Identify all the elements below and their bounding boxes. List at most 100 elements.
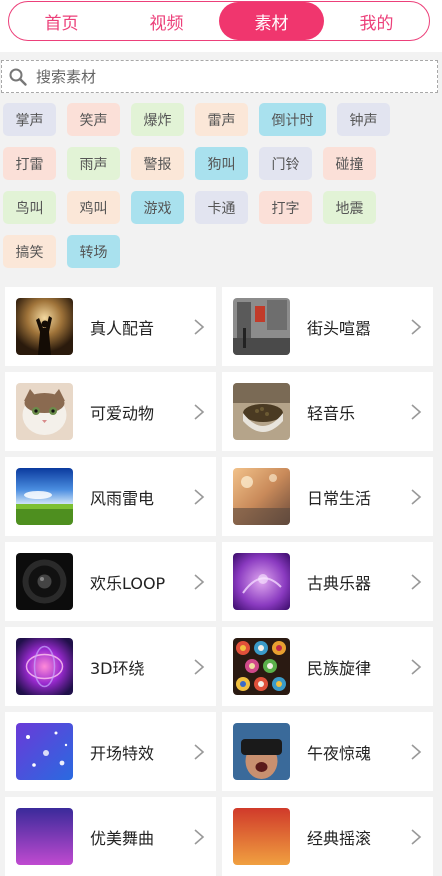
tag-item[interactable]: 倒计时 (259, 103, 326, 136)
dance-thumbnail (16, 808, 73, 865)
tag-label: 鸡叫 (79, 200, 108, 217)
tag-item[interactable]: 地震 (323, 191, 376, 224)
speaker-thumbnail (16, 553, 73, 610)
tag-label: 转场 (79, 244, 108, 261)
tab-home[interactable]: 首页 (9, 2, 114, 40)
cat-thumbnail (16, 383, 73, 440)
vr-headset-thumbnail (233, 723, 290, 780)
tag-item[interactable]: 打雷 (3, 147, 56, 180)
tag-item[interactable]: 门铃 (259, 147, 312, 180)
chevron-right-icon (194, 403, 205, 420)
tag-label: 门铃 (271, 156, 300, 173)
tag-item[interactable]: 钟声 (337, 103, 390, 136)
tag-label: 笑声 (79, 112, 108, 129)
category-card[interactable]: 可爱动物 (5, 372, 216, 451)
category-label: 轻音乐 (307, 403, 356, 423)
category-card[interactable]: 风雨雷电 (5, 457, 216, 536)
tab-video[interactable]: 视频 (114, 2, 219, 40)
tag-item[interactable]: 笑声 (67, 103, 120, 136)
street-thumbnail (233, 298, 290, 355)
tag-item[interactable]: 游戏 (131, 191, 184, 224)
tag-label: 雨声 (79, 156, 108, 173)
tag-label: 警报 (143, 156, 172, 173)
search-bar[interactable] (1, 60, 438, 93)
category-card[interactable]: 街头喧嚣 (222, 287, 433, 366)
category-card[interactable]: 欢乐LOOP (5, 542, 216, 621)
category-label: 可爱动物 (90, 403, 155, 423)
category-card[interactable]: 真人配音 (5, 287, 216, 366)
chevron-right-icon (194, 828, 205, 845)
top-bar: 首页 视频 素材 我的 (0, 0, 442, 52)
category-label: 午夜惊魂 (307, 743, 372, 763)
chevron-right-icon (411, 318, 422, 335)
tag-label: 爆炸 (143, 112, 172, 129)
tag-label: 游戏 (143, 200, 172, 217)
surround-thumbnail (16, 638, 73, 695)
search-icon (9, 68, 27, 86)
tag-label: 雷声 (207, 112, 236, 129)
tag-item[interactable]: 爆炸 (131, 103, 184, 136)
category-card[interactable]: 3D环绕 (5, 627, 216, 706)
category-label: 优美舞曲 (90, 828, 155, 848)
tab-mine[interactable]: 我的 (324, 2, 429, 40)
tag-item[interactable]: 雨声 (67, 147, 120, 180)
category-card[interactable]: 午夜惊魂 (222, 712, 433, 791)
category-label: 真人配音 (90, 318, 155, 338)
chevron-right-icon (194, 573, 205, 590)
category-card[interactable]: 经典摇滚 (222, 797, 433, 876)
chevron-right-icon (411, 488, 422, 505)
tag-label: 打字 (271, 200, 300, 217)
tag-item[interactable]: 鸟叫 (3, 191, 56, 224)
category-label: 日常生活 (307, 488, 372, 508)
category-label: 古典乐器 (307, 573, 372, 593)
opening-effects-thumbnail (16, 723, 73, 780)
category-grid: 真人配音 街头喧嚣 可爱动物 轻音乐 风雨雷电 日常生活 欢乐LOOP 古典乐器… (5, 287, 433, 876)
chevron-right-icon (411, 658, 422, 675)
category-label: 街头喧嚣 (307, 318, 372, 338)
category-card[interactable]: 开场特效 (5, 712, 216, 791)
tag-item[interactable]: 打字 (259, 191, 312, 224)
category-label: 经典摇滚 (307, 828, 372, 848)
chevron-right-icon (411, 403, 422, 420)
tag-item[interactable]: 转场 (67, 235, 120, 268)
category-card[interactable]: 优美舞曲 (5, 797, 216, 876)
tag-label: 打雷 (15, 156, 44, 173)
category-label: 民族旋律 (307, 658, 372, 678)
search-input[interactable] (34, 66, 418, 87)
tag-label: 搞笑 (15, 244, 44, 261)
category-card[interactable]: 民族旋律 (222, 627, 433, 706)
chevron-right-icon (194, 743, 205, 760)
category-card[interactable]: 古典乐器 (222, 542, 433, 621)
chevron-right-icon (411, 573, 422, 590)
chevron-right-icon (194, 318, 205, 335)
grass-sky-thumbnail (16, 468, 73, 525)
tag-item[interactable]: 狗叫 (195, 147, 248, 180)
tag-label: 碰撞 (335, 156, 364, 173)
tag-label: 钟声 (349, 112, 378, 129)
daily-life-thumbnail (233, 468, 290, 525)
tag-list: 掌声 笑声 爆炸 雷声 倒计时 钟声 打雷 雨声 警报 狗叫 门铃 碰撞 鸟叫 … (3, 103, 423, 268)
category-label: 欢乐LOOP (90, 573, 166, 593)
chevron-right-icon (411, 743, 422, 760)
tag-item[interactable]: 掌声 (3, 103, 56, 136)
tag-item[interactable]: 搞笑 (3, 235, 56, 268)
tab-materials[interactable]: 素材 (219, 2, 324, 40)
tag-item[interactable]: 碰撞 (323, 147, 376, 180)
category-label: 开场特效 (90, 743, 155, 763)
category-label: 风雨雷电 (90, 488, 155, 508)
tag-label: 掌声 (15, 112, 44, 129)
tag-label: 鸟叫 (15, 200, 44, 217)
tag-item[interactable]: 鸡叫 (67, 191, 120, 224)
tag-item[interactable]: 警报 (131, 147, 184, 180)
category-card[interactable]: 日常生活 (222, 457, 433, 536)
ethnic-pattern-thumbnail (233, 638, 290, 695)
tag-label: 卡通 (207, 200, 236, 217)
category-card[interactable]: 轻音乐 (222, 372, 433, 451)
concert-thumbnail (16, 298, 73, 355)
classical-thumbnail (233, 553, 290, 610)
category-label: 3D环绕 (90, 658, 145, 678)
tag-item[interactable]: 卡通 (195, 191, 248, 224)
tag-item[interactable]: 雷声 (195, 103, 248, 136)
chevron-right-icon (411, 828, 422, 845)
tag-label: 地震 (335, 200, 364, 217)
